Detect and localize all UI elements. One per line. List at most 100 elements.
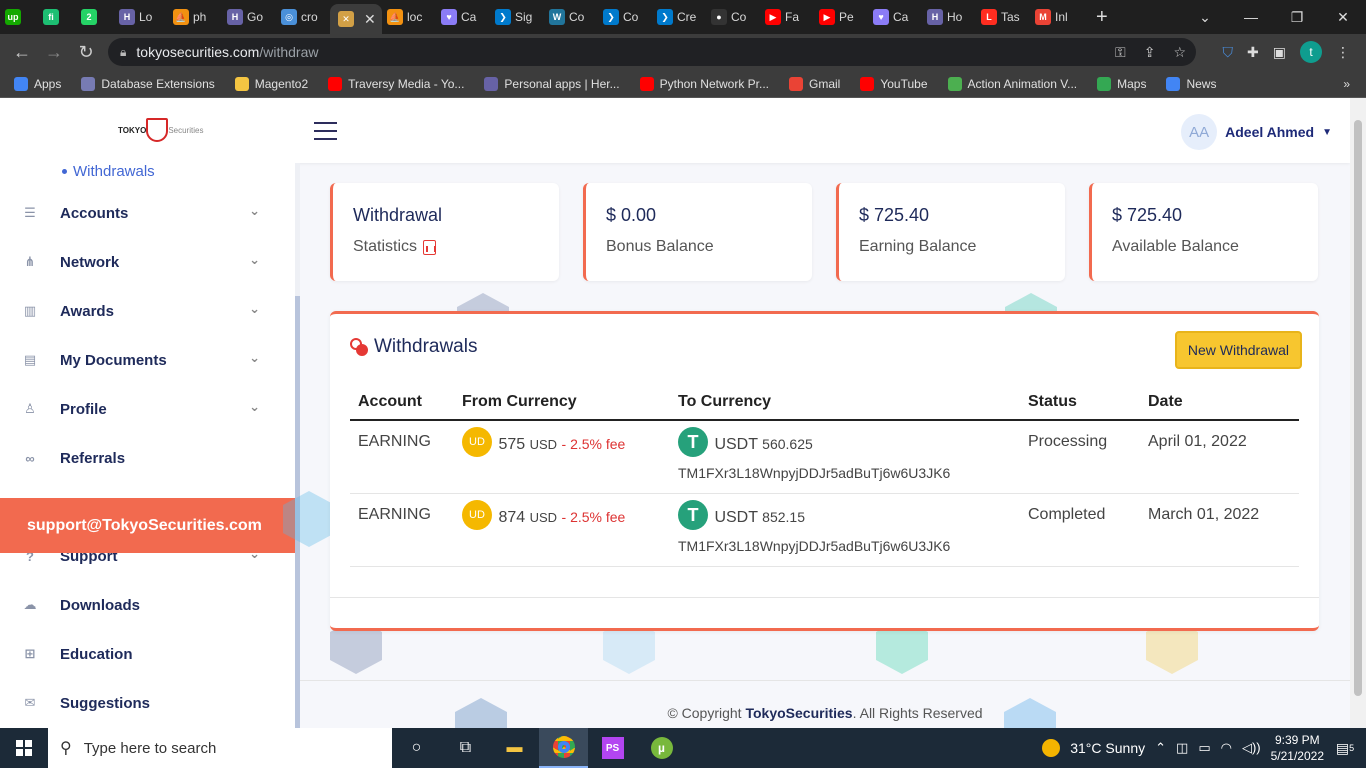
user-menu[interactable]: AA Adeel Ahmed ▼ — [1181, 114, 1332, 150]
chrome-icon[interactable] — [539, 728, 588, 768]
bookmark-item[interactable]: Python Network Pr... — [639, 76, 769, 91]
support-email-banner[interactable]: support@TokyoSecurities.com — [0, 498, 295, 553]
browser-tab[interactable]: ❯ Co — [598, 0, 652, 34]
bookmark-item[interactable]: Personal apps | Her... — [484, 76, 620, 91]
from-unit: USD — [529, 437, 558, 453]
new-tab-button[interactable]: + — [1096, 6, 1108, 29]
report-chart-icon[interactable] — [423, 239, 437, 255]
close-window-button[interactable]: ✕ — [1320, 9, 1366, 26]
sidebar-item-awards[interactable]: ▥ Awards ⌄ — [0, 295, 280, 327]
bookmark-item[interactable]: Database Extensions — [81, 76, 215, 91]
browser-tab[interactable]: ▶ Pe — [814, 0, 868, 34]
more-bookmarks-icon[interactable]: » — [1343, 77, 1350, 91]
cortana-icon[interactable]: ○ — [392, 728, 441, 768]
tab-search-icon[interactable]: ⌄ — [1182, 9, 1228, 26]
close-tab-icon[interactable]: ✕ — [364, 11, 376, 28]
sidebar-item-profile[interactable]: ♙ Profile ⌄ — [0, 393, 280, 425]
browser-tab[interactable]: W Co — [544, 0, 598, 34]
side-panel-icon[interactable]: ▣ — [1273, 44, 1286, 61]
column-header-status[interactable]: Status — [1020, 384, 1140, 421]
browser-tab[interactable]: M Inl — [1030, 0, 1084, 34]
bookmark-item[interactable]: Gmail — [789, 76, 840, 91]
weather-text[interactable]: 31°C Sunny — [1070, 740, 1145, 756]
support-email: support@TokyoSecurities.com — [27, 516, 262, 534]
browser-tab[interactable]: ❯ Sig — [490, 0, 544, 34]
browser-tab[interactable]: H Lo — [114, 0, 168, 34]
footer-brand[interactable]: TokyoSecurities — [745, 705, 852, 721]
restore-button[interactable]: ❐ — [1274, 9, 1320, 26]
browser-tab[interactable]: ● Co — [706, 0, 760, 34]
start-button[interactable] — [0, 740, 48, 756]
kebab-menu-icon[interactable]: ⋮ — [1336, 44, 1350, 61]
share-icon[interactable]: ⇪ — [1144, 44, 1156, 61]
bookmark-item[interactable]: YouTube — [860, 76, 928, 91]
battery-icon[interactable]: ▭ — [1198, 740, 1210, 756]
sidebar-item-my-documents[interactable]: ▤ My Documents ⌄ — [0, 344, 280, 376]
bookmark-label: Maps — [1117, 76, 1147, 91]
browser-tab[interactable]: H Ho — [922, 0, 976, 34]
browser-tab[interactable]: L Tas — [976, 0, 1030, 34]
sidebar-item-suggestions[interactable]: ✉ Suggestions — [0, 687, 280, 719]
sidebar-item-accounts[interactable]: ☰ Accounts ⌄ — [0, 197, 280, 229]
bookmark-item[interactable]: Action Animation V... — [947, 76, 1077, 91]
tab-label: ph — [193, 10, 207, 24]
page-scrollbar[interactable] — [1350, 98, 1366, 728]
address-bar[interactable]: 🔒︎ tokyosecurities.com/withdraw ⚿ ⇪ ☆ — [108, 38, 1196, 66]
key-icon[interactable]: ⚿ — [1115, 44, 1126, 61]
browser-tab[interactable]: ⛵ loc — [382, 0, 436, 34]
back-button[interactable]: ← — [6, 42, 38, 63]
column-header-from-currency[interactable]: From Currency — [454, 384, 670, 421]
column-header-to-currency[interactable]: To Currency — [670, 384, 1020, 421]
browser-tab[interactable]: ✕ ✕ — [330, 4, 382, 34]
task-view-icon[interactable]: ⧉ — [441, 728, 490, 768]
browser-tab[interactable]: H Go — [222, 0, 276, 34]
clock[interactable]: 9:39 PM 5/21/2022 — [1271, 732, 1324, 764]
browser-tab[interactable]: fi — [38, 0, 76, 34]
bookmark-label: News — [1186, 76, 1217, 91]
window-controls: ⌄ — ❐ ✕ — [1182, 0, 1366, 34]
hamburger-menu-icon[interactable] — [314, 122, 337, 140]
browser-tab[interactable]: ◎ cro — [276, 0, 330, 34]
bookmark-item[interactable]: Traversy Media - Yo... — [328, 76, 464, 91]
phpstorm-icon[interactable]: PS — [588, 728, 637, 768]
sidebar-subitem-withdrawals[interactable]: Withdrawals — [62, 163, 155, 180]
bookmark-item[interactable]: Magento2 — [234, 76, 308, 91]
sidebar-item-education[interactable]: ⊞ Education — [0, 638, 280, 670]
forward-button[interactable]: → — [38, 42, 70, 63]
bookmark-item[interactable]: News — [1166, 76, 1217, 91]
browser-tab[interactable]: ⛵ ph — [168, 0, 222, 34]
browser-tab[interactable]: up — [0, 0, 38, 34]
site-logo[interactable]: TOKYO Securities — [118, 118, 203, 142]
page-scrollbar-thumb[interactable] — [1354, 120, 1362, 696]
browser-tab[interactable]: ♥ Ca — [868, 0, 922, 34]
minimize-button[interactable]: — — [1228, 9, 1274, 25]
sidebar-item-referrals[interactable]: ∞ Referrals — [0, 442, 280, 474]
shield-extension-icon[interactable]: ⛉ — [1223, 44, 1234, 61]
utorrent-icon[interactable]: µ — [637, 728, 686, 768]
browser-tab[interactable]: ❯ Cre — [652, 0, 706, 34]
chevron-up-icon[interactable]: ⌃ — [1155, 740, 1166, 756]
account-cell: EARNING — [350, 493, 454, 567]
bookmark-item[interactable]: Maps — [1097, 76, 1147, 91]
bookmark-item[interactable]: Apps — [14, 76, 61, 91]
reload-button[interactable]: ↻ — [70, 42, 102, 63]
browser-tab[interactable]: ▶ Fa — [760, 0, 814, 34]
stat-card: Withdrawal Statistics — [330, 183, 559, 281]
sidebar-item-network[interactable]: ⋔ Network ⌄ — [0, 246, 280, 278]
sidebar-item-downloads[interactable]: ☁ Downloads — [0, 589, 280, 621]
puzzle-extensions-icon[interactable]: ✚ — [1247, 44, 1259, 61]
file-explorer-icon[interactable]: ▬ — [490, 728, 539, 768]
profile-avatar[interactable]: t — [1300, 41, 1322, 63]
volume-icon[interactable]: ◁)) — [1242, 740, 1261, 756]
column-header-date[interactable]: Date — [1140, 384, 1299, 421]
new-withdrawal-button[interactable]: New Withdrawal — [1174, 331, 1302, 369]
notification-icon[interactable]: ▤ 5 — [1334, 737, 1356, 759]
browser-tab[interactable]: 2 — [76, 0, 114, 34]
taskbar-search[interactable]: ⚲ Type here to search — [48, 728, 392, 768]
wifi-icon[interactable]: ◠ — [1221, 740, 1232, 756]
meet-now-icon[interactable]: ◫ — [1176, 740, 1188, 756]
column-header-account[interactable]: Account — [350, 384, 454, 421]
network-icon: ⋔ — [24, 254, 36, 269]
browser-tab[interactable]: ♥ Ca — [436, 0, 490, 34]
star-icon[interactable]: ☆ — [1173, 44, 1186, 61]
